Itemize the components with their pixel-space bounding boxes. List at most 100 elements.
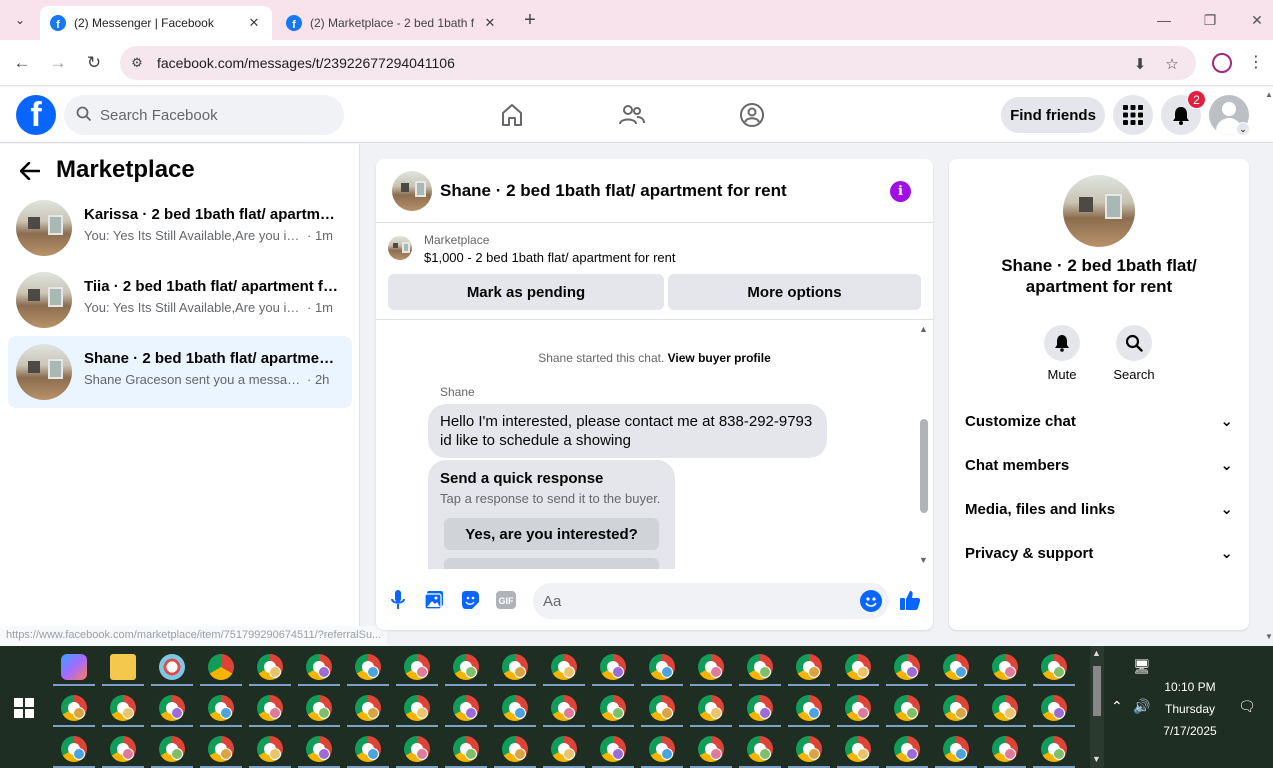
chrome-taskbar-icon[interactable] bbox=[747, 736, 773, 762]
quick-response-yes-button[interactable]: Yes, are you interested? bbox=[444, 518, 659, 550]
tab-marketplace[interactable]: f (2) Marketplace - 2 bed 1bath f ✕ bbox=[276, 6, 508, 40]
quick-response-next-button[interactable] bbox=[444, 558, 659, 569]
photo-icon[interactable] bbox=[423, 589, 445, 611]
message-input-box[interactable] bbox=[533, 583, 889, 619]
chat-title[interactable]: Shane · 2 bed 1bath flat/ apartment for … bbox=[440, 181, 787, 201]
chrome-taskbar-icon[interactable] bbox=[1041, 695, 1067, 721]
chrome-taskbar-icon[interactable] bbox=[159, 736, 185, 762]
chrome-taskbar-icon[interactable] bbox=[159, 695, 185, 721]
facebook-search[interactable] bbox=[64, 95, 344, 135]
back-arrow-icon[interactable] bbox=[19, 160, 41, 186]
chrome-profile-icon[interactable] bbox=[1212, 53, 1232, 73]
install-app-icon[interactable]: ⬇ bbox=[1130, 54, 1150, 74]
message-thread[interactable]: Shane started this chat. View buyer prof… bbox=[376, 321, 933, 569]
taskbar-scrollbar[interactable]: ▲ ▼ bbox=[1090, 646, 1104, 768]
privacy-support-section[interactable]: Privacy & support ⌄ bbox=[965, 541, 1233, 565]
tab-close-icon[interactable]: ✕ bbox=[482, 15, 498, 31]
conversation-item-shane[interactable]: Shane · 2 bed 1bath flat/ apartment for … bbox=[8, 336, 352, 408]
app-icon[interactable] bbox=[159, 654, 185, 680]
message-input[interactable] bbox=[543, 583, 843, 619]
chrome-taskbar-icon[interactable] bbox=[796, 736, 822, 762]
friends-nav-icon[interactable] bbox=[616, 99, 648, 131]
chrome-taskbar-icon[interactable] bbox=[992, 736, 1018, 762]
chrome-taskbar-icon[interactable] bbox=[404, 654, 430, 680]
chrome-taskbar-icon[interactable] bbox=[453, 654, 479, 680]
chrome-taskbar-icon[interactable] bbox=[698, 654, 724, 680]
media-files-links-section[interactable]: Media, files and links ⌄ bbox=[965, 497, 1233, 521]
customize-chat-section[interactable]: Customize chat ⌄ bbox=[965, 409, 1233, 433]
chrome-taskbar-icon[interactable] bbox=[845, 654, 871, 680]
chrome-taskbar-icon[interactable] bbox=[306, 695, 332, 721]
chrome-taskbar-icon[interactable] bbox=[453, 695, 479, 721]
chrome-menu-icon[interactable]: ⋮ bbox=[1248, 52, 1264, 72]
chrome-taskbar-icon[interactable] bbox=[110, 736, 136, 762]
chrome-taskbar-icon[interactable] bbox=[404, 695, 430, 721]
mute-button[interactable]: Mute bbox=[1032, 325, 1092, 382]
info-icon[interactable]: i bbox=[890, 181, 911, 202]
tray-chevron-up-icon[interactable]: ⌃ bbox=[1111, 698, 1123, 715]
listing-photo[interactable] bbox=[1063, 175, 1135, 247]
chrome-taskbar-icon[interactable] bbox=[992, 695, 1018, 721]
page-scroll-up-icon[interactable]: ▲ bbox=[1265, 90, 1273, 99]
chat-members-section[interactable]: Chat members ⌄ bbox=[965, 453, 1233, 477]
restore-icon[interactable]: ❐ bbox=[1198, 8, 1222, 32]
chrome-taskbar-icon[interactable] bbox=[453, 736, 479, 762]
chrome-taskbar-icon[interactable] bbox=[845, 736, 871, 762]
chrome-taskbar-icon[interactable] bbox=[355, 654, 381, 680]
chrome-taskbar-icon[interactable] bbox=[796, 654, 822, 680]
emoji-icon[interactable] bbox=[860, 590, 882, 612]
chat-scroll-up-icon[interactable]: ▲ bbox=[919, 324, 928, 334]
chrome-taskbar-icon[interactable] bbox=[943, 654, 969, 680]
chrome-taskbar-icon[interactable] bbox=[502, 654, 528, 680]
chrome-taskbar-icon[interactable] bbox=[698, 695, 724, 721]
chrome-taskbar-icon[interactable] bbox=[894, 736, 920, 762]
chrome-taskbar-icon[interactable] bbox=[257, 695, 283, 721]
network-computer-icon[interactable]: 🖥 bbox=[1133, 658, 1151, 675]
chrome-taskbar-icon[interactable] bbox=[649, 654, 675, 680]
chrome-taskbar-icon[interactable] bbox=[208, 736, 234, 762]
microphone-icon[interactable] bbox=[387, 589, 409, 611]
chrome-taskbar-icon[interactable] bbox=[1041, 736, 1067, 762]
new-tab-plus-icon[interactable]: + bbox=[518, 8, 542, 32]
find-friends-button[interactable]: Find friends bbox=[1001, 97, 1105, 133]
conversation-item-tiia[interactable]: Tiia · 2 bed 1bath flat/ apartment for r… bbox=[8, 264, 352, 336]
chrome-taskbar-icon[interactable] bbox=[306, 654, 332, 680]
thumbs-up-like-icon[interactable] bbox=[899, 589, 921, 611]
chrome-taskbar-icon[interactable] bbox=[404, 736, 430, 762]
chrome-taskbar-icon[interactable] bbox=[943, 695, 969, 721]
chrome-taskbar-icon[interactable] bbox=[61, 695, 87, 721]
conversation-item-karissa[interactable]: Karissa · 2 bed 1bath flat/ apartment fo… bbox=[8, 192, 352, 264]
mark-as-pending-button[interactable]: Mark as pending bbox=[388, 274, 664, 310]
chrome-taskbar-icon[interactable] bbox=[992, 654, 1018, 680]
address-bar[interactable]: ⚙ facebook.com/messages/t/23922677294041… bbox=[120, 46, 1196, 80]
more-options-button[interactable]: More options bbox=[668, 274, 921, 310]
chrome-taskbar-icon[interactable] bbox=[649, 695, 675, 721]
chrome-taskbar-icon[interactable] bbox=[110, 695, 136, 721]
chrome-taskbar-icon[interactable] bbox=[551, 654, 577, 680]
chrome-taskbar-icon[interactable] bbox=[551, 695, 577, 721]
bookmark-star-icon[interactable]: ☆ bbox=[1162, 54, 1182, 74]
listing-thumbnail[interactable] bbox=[388, 236, 412, 260]
taskbar-clock[interactable]: 10:10 PM Thursday 7/17/2025 bbox=[1150, 676, 1230, 742]
chrome-taskbar-icon[interactable] bbox=[502, 695, 528, 721]
chrome-taskbar-icon[interactable] bbox=[306, 736, 332, 762]
action-center-icon[interactable]: 🗨 bbox=[1238, 698, 1256, 715]
chat-thumbnail[interactable] bbox=[392, 171, 432, 211]
window-close-icon[interactable]: ✕ bbox=[1245, 8, 1269, 32]
tab-close-icon[interactable]: ✕ bbox=[246, 15, 262, 31]
chrome-taskbar-icon[interactable] bbox=[355, 695, 381, 721]
search-input[interactable] bbox=[100, 95, 330, 135]
chrome-taskbar-icon[interactable] bbox=[208, 654, 234, 680]
chrome-taskbar-icon[interactable] bbox=[747, 695, 773, 721]
view-buyer-profile-link[interactable]: View buyer profile bbox=[668, 351, 771, 365]
chrome-taskbar-icon[interactable] bbox=[551, 736, 577, 762]
chrome-taskbar-icon[interactable] bbox=[894, 695, 920, 721]
chrome-taskbar-icon[interactable] bbox=[698, 736, 724, 762]
chrome-taskbar-icon[interactable] bbox=[600, 695, 626, 721]
chrome-taskbar-icon[interactable] bbox=[502, 736, 528, 762]
chrome-taskbar-icon[interactable] bbox=[257, 736, 283, 762]
chrome-taskbar-icon[interactable] bbox=[257, 654, 283, 680]
tab-messenger[interactable]: f (2) Messenger | Facebook ✕ bbox=[40, 6, 272, 40]
url-text[interactable]: facebook.com/messages/t/2392267729404110… bbox=[157, 55, 455, 71]
chrome-taskbar-icon[interactable] bbox=[355, 736, 381, 762]
